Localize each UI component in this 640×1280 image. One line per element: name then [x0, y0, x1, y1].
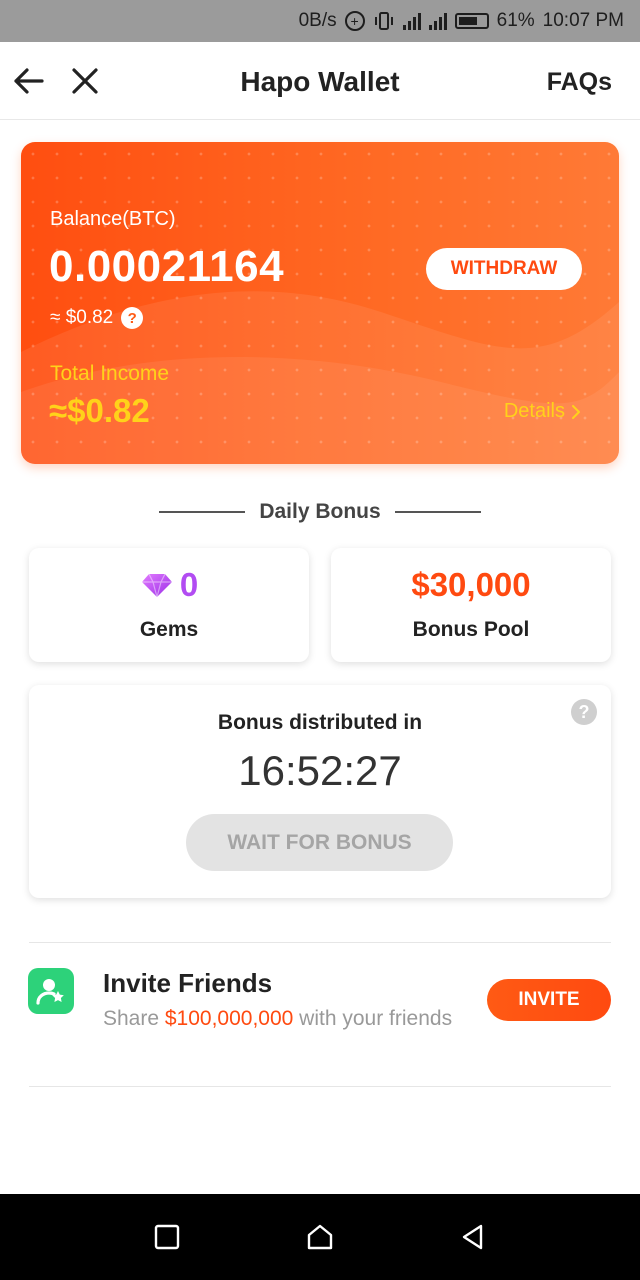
chevron-right-icon: [572, 404, 580, 419]
daily-bonus-heading: Daily Bonus: [0, 500, 640, 524]
bonus-pool-value: $30,000: [411, 566, 531, 603]
balance-usd: ≈ $0.82: [50, 307, 114, 328]
gems-top: 0: [29, 566, 309, 604]
gems-value: 0: [179, 566, 199, 603]
bonus-timer-card: ? Bonus distributed in 16:52:27 WAIT FOR…: [29, 685, 611, 898]
balance-value: 0.00021164: [49, 242, 285, 291]
invite-desc-suffix: with your friends: [293, 1007, 453, 1030]
daily-bonus-title: Daily Bonus: [259, 500, 381, 523]
bonus-pool-card[interactable]: $30,000 Bonus Pool: [331, 548, 611, 662]
clock: 10:07 PM: [542, 10, 624, 31]
battery-icon: [454, 13, 489, 29]
diamond-icon: [141, 573, 172, 599]
home-button[interactable]: [298, 1215, 342, 1259]
invite-button[interactable]: INVITE: [487, 979, 611, 1021]
network-speed: 0B/s: [298, 10, 337, 31]
system-nav-bar: [0, 1194, 640, 1280]
balance-usd-row: ≈ $0.82 ?: [50, 307, 144, 329]
app-header: Hapo Wallet FAQs: [0, 42, 640, 120]
invite-amount: $100,000,000: [164, 1007, 294, 1030]
gems-label: Gems: [139, 618, 199, 641]
recents-button[interactable]: [145, 1215, 189, 1259]
gems-card[interactable]: 0 Gems: [29, 548, 309, 662]
details-link[interactable]: Details: [504, 400, 581, 423]
balance-card: Balance(BTC) 0.00021164 ≈ $0.82 ? WITHDR…: [21, 142, 619, 464]
timer-label: Bonus distributed in: [217, 711, 423, 734]
balance-label: Balance(BTC): [50, 208, 176, 230]
battery-percent: 61%: [496, 10, 535, 31]
details-label: Details: [503, 400, 565, 422]
signal-icon-2: [428, 12, 447, 30]
wait-for-bonus-button[interactable]: WAIT FOR BONUS: [186, 814, 453, 871]
total-income-value: ≈$0.82: [49, 392, 150, 429]
square-icon: [154, 1224, 179, 1250]
triangle-back-icon: [463, 1224, 483, 1250]
bonus-pool-label: Bonus Pool: [412, 618, 530, 641]
page-title: Hapo Wallet: [240, 66, 400, 97]
invite-description: Share $100,000,000 with your friends: [103, 1004, 463, 1033]
signal-icon: [402, 12, 421, 30]
total-income-label: Total Income: [50, 362, 170, 385]
user-star-icon: [28, 968, 74, 1014]
invite-desc-prefix: Share: [103, 1007, 165, 1030]
withdraw-button[interactable]: WITHDRAW: [426, 248, 582, 290]
divider-bottom: [29, 1086, 611, 1087]
hapo-wallet-screen: 0B/s + 61% 10:07 PM Hapo Wallet FAQs Bal…: [0, 0, 640, 1280]
heading-divider-right: [394, 511, 481, 513]
divider-top: [29, 942, 611, 943]
status-bar: 0B/s + 61% 10:07 PM: [0, 0, 640, 42]
faqs-link[interactable]: FAQs: [547, 68, 612, 97]
countdown-timer: 16:52:27: [238, 747, 402, 794]
home-icon: [307, 1224, 333, 1250]
heading-divider-left: [159, 511, 246, 513]
bonus-pool-top: $30,000: [331, 566, 611, 604]
data-saver-icon: +: [344, 11, 365, 31]
invite-title: Invite Friends: [103, 968, 273, 998]
question-icon[interactable]: ?: [121, 307, 144, 329]
back-nav-button[interactable]: [451, 1215, 495, 1259]
vibrate-icon: [373, 11, 395, 31]
